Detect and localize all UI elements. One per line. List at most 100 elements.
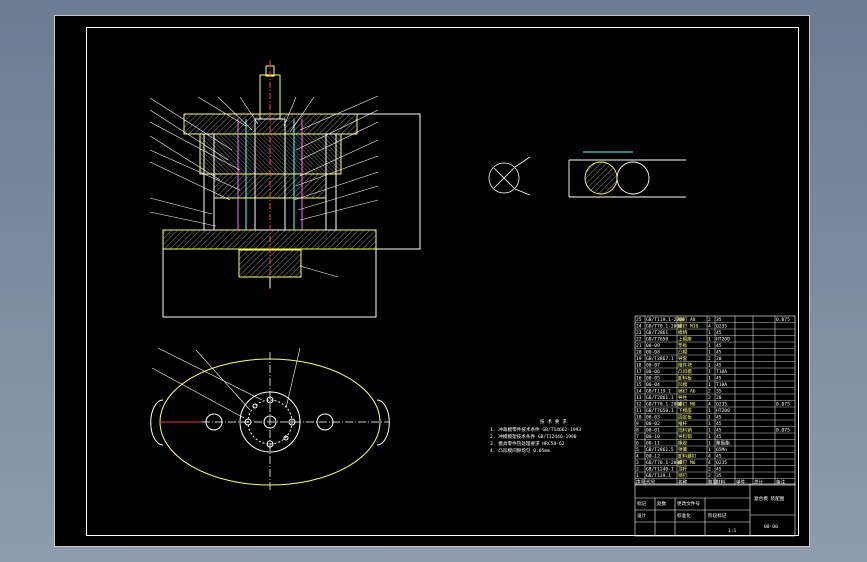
bom-cell: 10 [636,415,642,421]
bom-cell: 橡胶 [678,440,688,447]
bom-cell: 卸料螺钉 [678,453,697,460]
bom-footer-cell: 备注 [776,479,786,486]
tech-req-line-1: 1. 冲裁模零件技术条件 GB/T14662-1993 [490,426,581,433]
bom-cell: 35 [716,317,722,323]
bom-cell: 6 [636,441,639,447]
bom-cell: 螺钉 M8 [678,401,696,408]
bom-cell: 1 [708,382,711,388]
bom-cell: 1 [708,428,711,434]
part-detail-left [488,156,531,196]
bom-cell: 2 [708,356,711,362]
tb-row2-b: 标准化 [677,512,691,519]
bom-cell: 16 [636,376,642,382]
bom-cell: 销钉 A6 [678,388,696,395]
cad-viewport: 技 术 要 求 1. 冲裁模零件技术条件 GB/T14662-1993 2. 冲… [0,0,867,562]
bom-cell: HT200 [716,337,730,343]
bom-cell: 4 [708,402,711,408]
bom-cell: 1 [708,343,711,349]
bom-cell: 13 [636,395,642,401]
bom-cell: 推件块 [678,362,692,369]
bom-cell: 聚氨酯 [716,440,730,447]
bom-cell: 45 [716,428,722,434]
bom-cell: 8 [636,428,639,434]
bom-cell: 卸料板 [678,375,692,382]
bom-cell: 下模座 [678,407,692,414]
drawing-number: 00-00 [764,524,778,530]
bom-cell: 45 [716,376,722,382]
bom-cell: GB/T7650.1 [646,408,674,414]
bom-cell: 21 [636,343,642,349]
bom-cell: 1 [708,376,711,382]
bom-cell: Q235 [716,324,727,330]
bom-cell: 垫板 [678,342,688,349]
tb-row2-a: 设计 [637,512,647,519]
bom-cell: 4 [708,324,711,330]
bom-cell: 0.075 [776,402,790,408]
bom-cell: 45 [716,343,722,349]
bom-cell: T10A [716,369,727,375]
bom-cell: 23 [636,330,642,336]
bom-cell: 00-10 [646,434,660,440]
bom-cell: 螺钉 M10 [678,323,698,330]
bom-cell: 2 [708,473,711,479]
bom-cell: 导料销 [678,433,692,440]
bom-cell: 1 [708,369,711,375]
bom-cell: 2 [708,317,711,323]
tb-row1-c: 更改文件号 [677,500,700,507]
bom-cell: 上模座 [678,336,692,343]
bom-cell: 5 [636,447,639,453]
bom-cell: 00-04 [646,382,660,388]
bom-cell: 7 [636,434,639,440]
bom-cell: 4 [636,454,639,460]
tb-row1-a: 标记 [637,500,647,507]
bom-cell: 凸凹模 [678,368,692,375]
bom-cell: GB/T70.1-2000 [646,324,682,330]
bom-cell: 15 [636,382,642,388]
bom-cell: 4 [708,454,711,460]
bom-cell: 35 [716,473,722,479]
bom-cell: 25 [636,317,642,323]
bom-cell: 0.075 [776,428,790,434]
bom-cell: GB/T2867.1 [646,356,674,362]
section-view [149,60,421,318]
bom-cell: GB/T2861 [646,330,668,336]
bom-cell: 45 [716,350,722,356]
rubber-spring [238,249,302,278]
bom-cell: GB/T119.1 [646,473,671,479]
bom-cell: GB/T70.1-2000 [646,460,682,466]
scale-label: 1:1 [728,528,737,534]
bom-cell: 00-11 [646,441,660,447]
bom-cell: 1 [708,337,711,343]
bom-cell: 12 [636,402,642,408]
bom-cell: 凸模 [678,349,688,356]
bom-cell: 65Mn [716,447,727,453]
bom-cell: 1 [708,441,711,447]
bom-cell: 45 [716,363,722,369]
bom-footer-cell: 序号 [636,479,646,486]
bom-cell: 2 [708,467,711,473]
bom-cell: 1 [708,434,711,440]
tech-req-line-2: 2. 冲模模架技术条件 GB/T12446-1990 [490,433,577,440]
bom-cell: 3 [636,460,639,466]
cad-drawing: 技 术 要 求 1. 冲裁模零件技术条件 GB/T14662-1993 2. 冲… [149,60,796,537]
bom-cell: 24 [636,324,642,330]
bom-cell: 导套 [678,355,688,362]
bom-cell: 9 [636,421,639,427]
bom-cell: GB/T2861.5 [646,447,674,453]
bom-cell: 销钉 A8 [678,316,696,323]
tb-row1-b: 处数 [657,500,667,507]
bom-footer-cell: 名称 [678,479,688,486]
bom-cell: 00-06 [646,369,660,375]
bom-cell: 00-03 [646,415,660,421]
bom-cell: 45 [716,467,722,473]
bom-cell: 固定板 [678,414,692,421]
bom-cell: 销钉 [678,472,688,479]
bom-footer-cell: 材料 [716,479,726,486]
bom-cell: GB/T7650 [646,337,668,343]
bom-footer-cell: 总计 [754,479,764,486]
bom-cell: 00-09 [646,343,660,349]
bom-cell: 推杆 [678,420,688,427]
bom-cell: 20 [716,395,722,401]
tech-req-title: 技 术 要 求 [540,418,567,425]
bom-cell: 22 [636,337,642,343]
